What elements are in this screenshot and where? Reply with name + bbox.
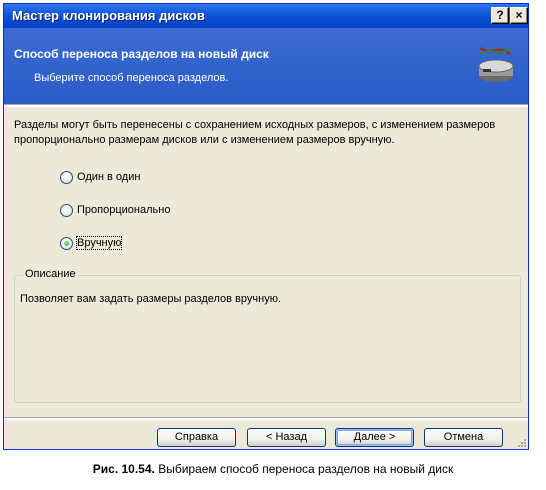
radio-selected-dot	[64, 240, 69, 246]
wizard-window: Мастер клонирования дисков ? × Способ пе…	[3, 3, 529, 450]
title-bar[interactable]: Мастер клонирования дисков ? ×	[4, 4, 528, 28]
figure-caption-text: Выбираем способ переноса разделов на нов…	[154, 462, 454, 476]
radio-label[interactable]: Пропорционально	[77, 204, 170, 216]
description-title: Описание	[23, 268, 78, 280]
next-button[interactable]: Далее >	[335, 428, 414, 447]
close-title-button[interactable]: ×	[510, 7, 528, 24]
radio-button[interactable]	[60, 170, 73, 184]
radio-proportional[interactable]: Пропорционально	[60, 201, 170, 219]
footer-divider	[4, 417, 528, 420]
radio-label[interactable]: Один в один	[77, 171, 140, 183]
cancel-button[interactable]: Отмена	[424, 428, 503, 447]
back-button[interactable]: < Назад	[247, 428, 326, 447]
disk-clone-icon	[478, 47, 514, 82]
radio-button-selected[interactable]	[60, 236, 73, 250]
figure-number: Рис. 10.54.	[92, 462, 155, 476]
radio-button[interactable]	[60, 203, 73, 217]
wizard-header: Способ переноса разделов на новый диск В…	[4, 28, 528, 104]
intro-text: Разделы могут быть перенесены с сохранен…	[14, 119, 496, 146]
radio-label[interactable]: Вручную	[75, 236, 123, 250]
resize-grip-icon[interactable]	[516, 437, 526, 447]
radio-manual[interactable]: Вручную	[60, 234, 123, 252]
description-groupbox: Описание Позволяет вам задать размеры ра…	[14, 268, 521, 403]
help-title-button[interactable]: ?	[491, 7, 509, 24]
description-text: Позволяет вам задать размеры разделов вр…	[20, 293, 282, 305]
header-title: Способ переноса разделов на новый диск	[14, 47, 269, 61]
figure-caption: Рис. 10.54. Выбираем способ переноса раз…	[0, 462, 546, 476]
header-divider	[4, 104, 528, 107]
help-button[interactable]: Справка	[157, 428, 236, 447]
header-subtitle: Выберите способ переноса разделов.	[34, 72, 229, 84]
radio-one-to-one[interactable]: Один в один	[60, 168, 140, 186]
window-title: Мастер клонирования дисков	[12, 8, 205, 23]
